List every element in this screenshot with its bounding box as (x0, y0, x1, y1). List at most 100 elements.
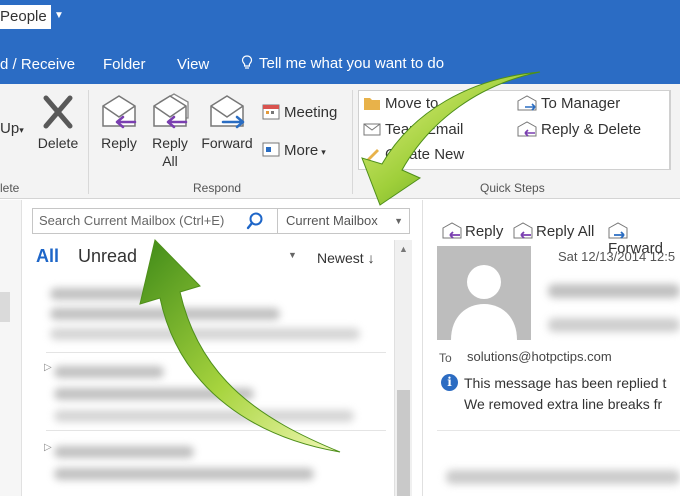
sender-avatar (437, 246, 531, 340)
quick-step-to-manager[interactable]: To Manager (517, 95, 620, 112)
tell-me-search[interactable]: Tell me what you want to do (241, 55, 444, 72)
reply-button[interactable]: Reply (96, 92, 142, 152)
folder-icon (364, 98, 380, 110)
forward-button[interactable]: Forward (197, 92, 257, 152)
scrollbar-thumb[interactable] (397, 390, 410, 496)
list-item[interactable] (50, 328, 360, 340)
folder-pane-collapsed[interactable] (0, 200, 22, 496)
reply-all-label-2: All (162, 153, 178, 169)
meeting-calendar-icon (262, 104, 280, 120)
reply-all-button[interactable]: Reply All (146, 92, 194, 170)
reply-label: Reply (101, 135, 137, 151)
expand-caret-icon[interactable]: ▷ (44, 362, 52, 373)
search-scope-dropdown[interactable]: Current Mailbox ▼ (278, 208, 410, 234)
pane-divider[interactable] (422, 200, 423, 496)
quick-access-dropdown-icon[interactable]: ▼ (54, 10, 64, 21)
chevron-down-icon: ▼ (394, 216, 403, 226)
to-label: To (439, 351, 452, 365)
list-item[interactable] (54, 446, 194, 458)
title-bar: People ▼ (0, 0, 680, 44)
reading-reply-all-button[interactable]: Reply All (513, 222, 594, 240)
delete-label: Delete (37, 135, 79, 151)
list-item[interactable] (54, 366, 164, 378)
delete-group-label: lete (0, 181, 20, 195)
search-placeholder: Search Current Mailbox (Ctrl+E) (39, 213, 225, 228)
quick-step-move-to[interactable]: Move to (363, 95, 438, 112)
to-manager-icon (517, 95, 537, 111)
reply-delete-label: Reply & Delete (541, 121, 642, 138)
quick-steps-group-label: Quick Steps (480, 181, 545, 195)
ribbon: Up▾ Delete lete Reply Reply All Forward … (0, 84, 680, 199)
search-scope-label: Current Mailbox (286, 213, 378, 228)
create-new-label: Create New (385, 146, 465, 163)
list-divider (46, 430, 386, 431)
sort-order-button[interactable]: Newest ↓ (317, 250, 375, 266)
up-label: Up (0, 120, 20, 137)
list-item[interactable] (54, 468, 314, 480)
quick-steps-scroll[interactable] (670, 90, 680, 170)
meeting-label: Meeting (284, 104, 338, 121)
quick-step-create-new[interactable]: Create New (363, 146, 464, 163)
search-input[interactable]: Search Current Mailbox (Ctrl+E) (32, 208, 278, 234)
sort-down-arrow-icon: ↓ (367, 250, 375, 266)
filter-unread[interactable]: Unread (78, 246, 137, 267)
group-separator (352, 90, 353, 194)
reply-all-icon (513, 222, 533, 239)
more-label: More (284, 142, 319, 159)
create-new-icon (366, 149, 379, 162)
reading-reply-button[interactable]: Reply (442, 222, 503, 240)
message-body-divider (437, 430, 680, 431)
reading-reply-label: Reply (465, 223, 504, 240)
window-title: People (0, 5, 51, 29)
more-respond-button[interactable]: More ▾ (262, 141, 326, 159)
sort-label: Newest (317, 250, 364, 266)
forward-icon (608, 222, 628, 239)
reply-icon (102, 95, 137, 129)
tab-folder[interactable]: Folder (103, 56, 146, 73)
reply-icon (442, 222, 462, 239)
info-icon: i (441, 374, 458, 391)
tab-view[interactable]: View (177, 56, 209, 73)
team-email-icon (363, 123, 381, 136)
list-item[interactable] (54, 388, 254, 400)
reply-delete-icon (517, 121, 537, 137)
tab-send-receive[interactable]: d / Receive (0, 56, 75, 73)
delete-button[interactable]: Delete (32, 92, 84, 152)
quick-steps-gallery: Move to Team Email Create New To Manager… (358, 90, 670, 170)
filter-dropdown-icon[interactable]: ▼ (288, 250, 297, 260)
list-item[interactable] (54, 410, 354, 422)
scroll-up-icon[interactable]: ▲ (399, 244, 408, 254)
info-replied-text[interactable]: This message has been replied t (464, 375, 666, 391)
team-email-label: Team Email (385, 121, 464, 138)
list-item[interactable] (50, 308, 280, 320)
list-item[interactable] (50, 288, 150, 300)
to-address[interactable]: solutions@hotpctips.com (467, 349, 612, 364)
cleanup-up-button[interactable]: Up▾ (0, 120, 24, 137)
reply-all-icon (153, 93, 189, 129)
lightbulb-icon (241, 55, 253, 69)
list-divider (46, 352, 386, 353)
ribbon-tab-bar: d / Receive Folder View Tell me what you… (0, 44, 680, 84)
respond-group-label: Respond (193, 181, 242, 195)
search-icon[interactable] (246, 212, 264, 230)
tell-me-text: Tell me what you want to do (259, 55, 445, 72)
info-linebreak-text[interactable]: We removed extra line breaks fr (464, 396, 662, 412)
move-to-label: Move to (385, 95, 439, 112)
quick-step-team-email[interactable]: Team Email (363, 121, 463, 138)
delete-x-icon (43, 95, 73, 129)
more-respond-icon (262, 142, 280, 157)
person-silhouette-icon (451, 265, 517, 340)
subject-line (548, 318, 680, 332)
meeting-button[interactable]: Meeting (262, 103, 337, 121)
reading-reply-all-label: Reply All (536, 223, 595, 240)
expand-caret-icon[interactable]: ▷ (44, 442, 52, 453)
group-separator (88, 90, 89, 194)
quick-step-reply-delete[interactable]: Reply & Delete (517, 121, 641, 138)
forward-label: Forward (201, 135, 253, 151)
forward-icon (210, 95, 245, 129)
message-body-text (446, 470, 680, 484)
message-list-scrollbar[interactable]: ▲ (394, 240, 412, 496)
to-manager-label: To Manager (541, 95, 621, 112)
filter-all[interactable]: All (36, 246, 59, 267)
message-date: Sat 12/13/2014 12:5 (558, 249, 676, 264)
